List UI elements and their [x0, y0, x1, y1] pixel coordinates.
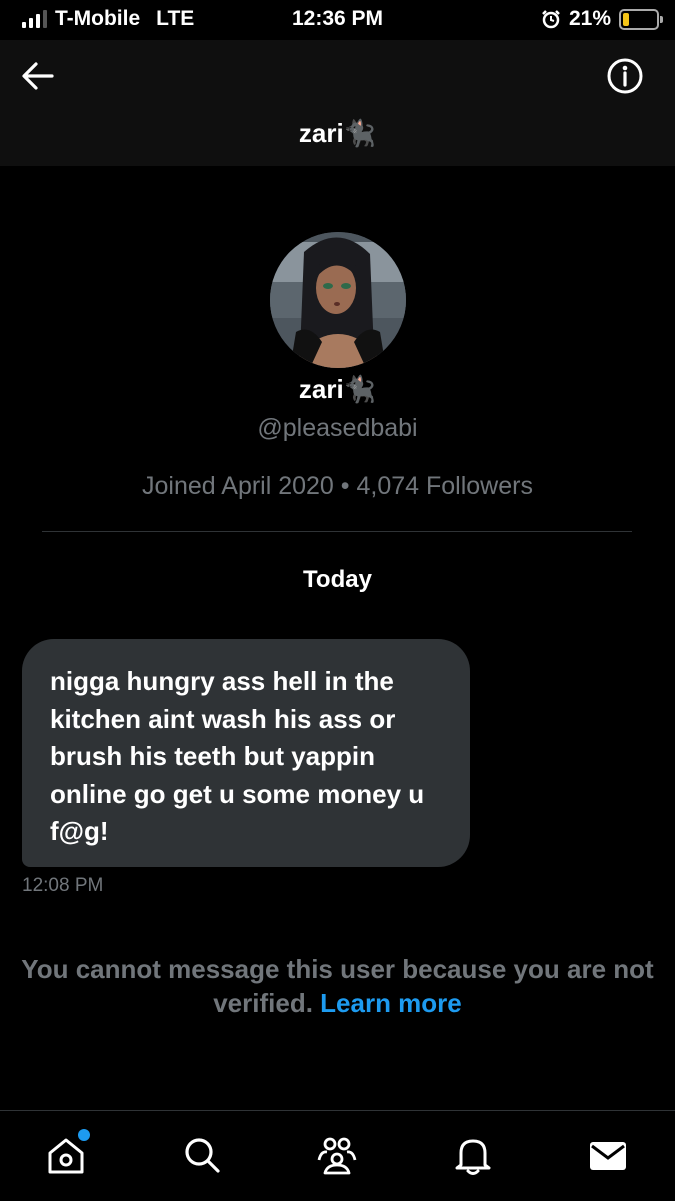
- message-text: nigga hungry ass hell in the kitchen ain…: [50, 666, 425, 846]
- info-button[interactable]: [605, 56, 645, 96]
- tab-notifications[interactable]: [451, 1133, 495, 1177]
- battery-icon: [619, 8, 663, 30]
- message-timestamp: 12:08 PM: [22, 875, 104, 896]
- message-bubble[interactable]: nigga hungry ass hell in the kitchen ain…: [22, 639, 470, 867]
- battery-percent: 21%: [568, 7, 611, 30]
- status-bar: T-Mobile LTE 12:36 PM 21%: [0, 0, 675, 40]
- profile-meta: Joined April 2020 • 4,074 Followers: [142, 472, 533, 500]
- avatar-image: [270, 232, 406, 368]
- profile-handle: @pleasedbabi: [257, 414, 418, 442]
- tab-messages[interactable]: [586, 1133, 630, 1177]
- tab-communities[interactable]: [315, 1133, 359, 1177]
- learn-more-link[interactable]: Learn more: [320, 988, 462, 1018]
- tab-search[interactable]: [180, 1133, 224, 1177]
- notifications-icon: [455, 1139, 491, 1175]
- messages-icon: [590, 1142, 626, 1170]
- info-icon: [607, 58, 643, 94]
- conversation-title: zari🐈‍⬛: [298, 118, 377, 148]
- communities-icon: [317, 1137, 357, 1175]
- back-arrow-icon: [22, 62, 54, 90]
- cannot-message-notice: You cannot message this user because you…: [0, 952, 675, 1020]
- divider: [42, 531, 632, 532]
- date-separator: Today: [303, 566, 372, 593]
- profile-avatar[interactable]: [270, 232, 406, 368]
- search-icon: [185, 1138, 220, 1173]
- battery-level: [623, 12, 629, 26]
- profile-name: zari🐈‍⬛: [298, 374, 377, 404]
- status-right: 21%: [541, 7, 663, 31]
- back-button[interactable]: [18, 56, 58, 96]
- tab-home[interactable]: [44, 1129, 90, 1177]
- alarm-icon: [542, 10, 560, 29]
- conversation-header: zari🐈‍⬛: [0, 40, 675, 166]
- unread-dot: [78, 1129, 90, 1141]
- bottom-tab-bar: [0, 1110, 675, 1201]
